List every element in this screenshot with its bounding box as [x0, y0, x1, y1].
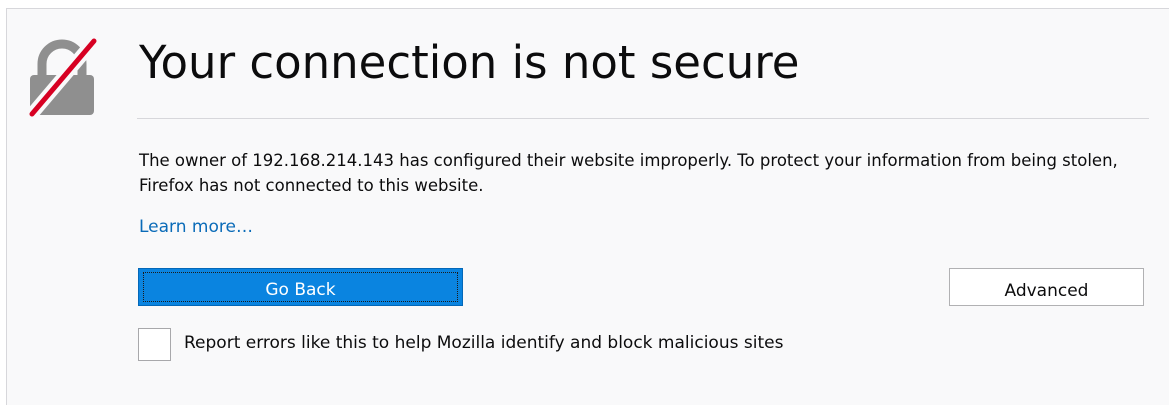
go-back-label: Go Back	[265, 280, 336, 300]
error-page: Your connection is not secure The owner …	[6, 8, 1169, 405]
title-divider	[137, 118, 1149, 119]
advanced-button[interactable]: Advanced	[949, 268, 1144, 306]
page-title: Your connection is not secure	[139, 36, 800, 89]
report-errors-label[interactable]: Report errors like this to help Mozilla …	[184, 333, 783, 353]
error-description: The owner of 192.168.214.143 has configu…	[139, 151, 1118, 195]
learn-more-link[interactable]: Learn more…	[139, 217, 253, 237]
report-errors-checkbox[interactable]	[138, 328, 171, 361]
go-back-button[interactable]: Go Back	[138, 268, 463, 306]
broken-lock-icon	[26, 38, 98, 118]
